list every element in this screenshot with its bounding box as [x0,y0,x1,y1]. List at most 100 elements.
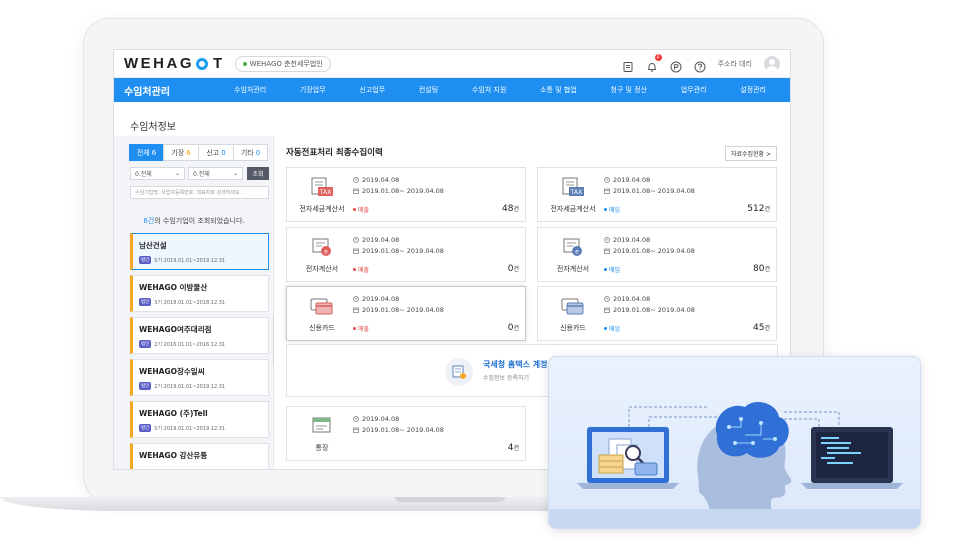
filter-select-1[interactable]: 0.전체 ⌄ [130,167,185,180]
search-input[interactable]: 수임기업명, 사업자등록번호, 대표자로 검색하세요. [130,186,269,199]
tab-filing[interactable]: 신고 0 [198,144,234,161]
nav-item-client-support[interactable]: 수임처 지원 [472,85,506,95]
sale-dot-icon [353,208,356,211]
clock-icon [604,237,610,243]
tab-bookkeeping[interactable]: 기장 6 [163,144,199,161]
card-e-tax-invoice-sales[interactable]: TAX 전자세금계산서 2019.04.08 2019.01.08~ 2019.… [286,167,526,222]
kind-label: 매출 [358,326,370,333]
sale-dot-icon [353,268,356,271]
svg-text:TAX: TAX [319,189,331,196]
nav-item-billing[interactable]: 청구 및 정산 [610,85,647,95]
kind-label: 매출 [358,207,370,214]
clock-icon [604,177,610,183]
nav-item-settings[interactable]: 설정관리 [740,85,766,95]
tax-invoice-icon: TAX [562,177,584,196]
list-item[interactable]: WEHAGO 강산유통 [130,443,269,469]
bell-icon[interactable]: 2 [646,53,662,72]
list-item[interactable]: WEHAGO (주)Tell 법인 5기 2019.01.01~2019.12.3… [130,401,269,438]
collection-range: 2019.01.08~ 2019.04.08 [613,306,695,314]
nav-title[interactable]: 수임처관리 [124,83,234,98]
count-unit: 건 [764,266,770,273]
card-count: 0건 [508,264,519,274]
count-unit: 건 [513,445,519,452]
list-item[interactable]: WEHAGO장수일씨 법인 2기 2019.01.01~2019.12.31 [130,359,269,396]
company-selector[interactable]: WEHAGO 춘천세무법인 [234,55,331,72]
filter-select-2[interactable]: 0.전체 ⌄ [188,167,243,180]
notification-badge: 2 [654,53,662,61]
count-unit: 건 [513,325,519,332]
stage: WEHAG T WEHAGO 춘천세무법인 2 주소라 대리 수임처관리 수임처… [0,0,959,542]
calendar-icon [604,188,610,194]
hometax-subtitle: 수집정보 등록하기 [483,375,530,382]
card-bank-account[interactable]: 통장 2019.04.08 2019.01.08~ 2019.04.08 4건 [286,406,526,461]
clock-icon [353,237,359,243]
last-collected-date: 2019.04.08 [362,415,400,423]
collection-range: 2019.01.08~ 2019.04.08 [362,306,444,314]
nav-item-communication[interactable]: 소통 및 협업 [540,85,577,95]
card-e-invoice-purchase[interactable]: e 전자계산서 2019.04.08 2019.01.08~ 2019.04.0… [537,227,777,282]
tab-count: 0 [255,148,261,157]
filter-tabs: 전체 6 기장 6 신고 0 기타 0 [129,144,268,161]
credit-card-icon [561,298,584,315]
card-e-tax-invoice-purchase[interactable]: TAX 전자세금계산서 2019.04.08 2019.01.08~ 2019.… [537,167,777,222]
nav-item-filing[interactable]: 신고업무 [359,85,385,95]
card-label: 신용카드 [309,324,335,332]
tab-label: 신고 [206,148,220,157]
company-name: WEHAGO 이방물산 [139,283,208,292]
purchase-dot-icon [604,268,607,271]
nav-item-bookkeeping[interactable]: 기장업무 [300,85,326,95]
nav-item-consulting[interactable]: 컨설팅 [419,85,438,95]
nav-item-client-management[interactable]: 수임처관리 [234,85,266,95]
collection-range: 2019.01.08~ 2019.04.08 [362,247,444,255]
last-collected-date: 2019.04.08 [362,236,400,244]
card-count: 45건 [753,323,770,333]
kind-label: 매입 [609,326,621,333]
list-item[interactable]: WEHAGO 이방물산 법인 3기 2018.01.01~2018.12.31 [130,275,269,312]
result-text: 의 수임기업이 조회되었습니다. [154,217,245,225]
count-unit: 건 [513,206,519,213]
tab-label: 기타 [240,148,254,157]
purchase-dot-icon [604,208,607,211]
card-credit-card-purchase[interactable]: 신용카드 2019.04.08 2019.01.08~ 2019.04.08 매… [537,286,777,341]
point-icon[interactable] [670,58,682,72]
list-item[interactable]: 남산건설 법인 5기 2019.01.01~2019.12.31 [130,233,269,270]
collection-range: 2019.01.08~ 2019.04.08 [362,426,444,434]
search-button[interactable]: 조회 [247,167,269,180]
fiscal-period: 5기 2019.01.01~2019.12.31 [154,425,226,432]
purchase-dot-icon [604,327,607,330]
card-count: 48건 [502,204,519,214]
tab-all[interactable]: 전체 6 [129,144,164,161]
company-name: WEHAGO여주대리점 [139,325,212,334]
card-credit-card-sales[interactable]: 신용카드 2019.04.08 2019.01.08~ 2019.04.08 매… [286,286,526,341]
entity-tag: 법인 [139,298,152,306]
count-value: 48 [502,204,514,214]
document-icon[interactable] [622,58,634,72]
avatar[interactable] [764,55,780,72]
clock-icon [353,416,359,422]
select-value: 0.전체 [193,171,210,178]
entity-tag: 법인 [139,256,152,264]
help-icon[interactable] [694,58,706,72]
laptop-notch [395,497,505,502]
card-e-invoice-sales[interactable]: e 전자계산서 2019.04.08 2019.01.08~ 2019.04.0… [286,227,526,282]
card-label: 전자세금계산서 [550,205,596,213]
tab-other[interactable]: 기타 0 [233,144,268,161]
chevron-down-icon: ⌄ [174,170,180,177]
calendar-icon [353,427,359,433]
nav-item-work-management[interactable]: 업무관리 [681,85,707,95]
user-name[interactable]: 주소라 대리 [718,59,752,69]
topbar-actions: 2 주소라 대리 [622,53,780,72]
last-collected-date: 2019.04.08 [613,295,651,303]
ai-illustration [548,356,921,529]
collection-status-button[interactable]: 자료수집현황 > [724,146,777,161]
tab-label: 기장 [171,148,185,157]
collection-range: 2019.01.08~ 2019.04.08 [613,247,695,255]
list-item[interactable]: WEHAGO여주대리점 법인 2기 2016.01.01~2016.12.31 [130,317,269,354]
wehago-logo[interactable]: WEHAG T [124,55,225,72]
calendar-icon [604,248,610,254]
e-invoice-icon: e [312,238,331,256]
select-value: 0.전체 [135,171,152,178]
section-title: 자동전표처리 최종수집이력 [286,148,383,158]
tab-count: 0 [221,148,226,157]
client-list-panel: 전체 6 기장 6 신고 0 기타 0 0.전체 ⌄ 0.전체 ⌄ 조회 수임기업명, 사업… [114,136,274,469]
